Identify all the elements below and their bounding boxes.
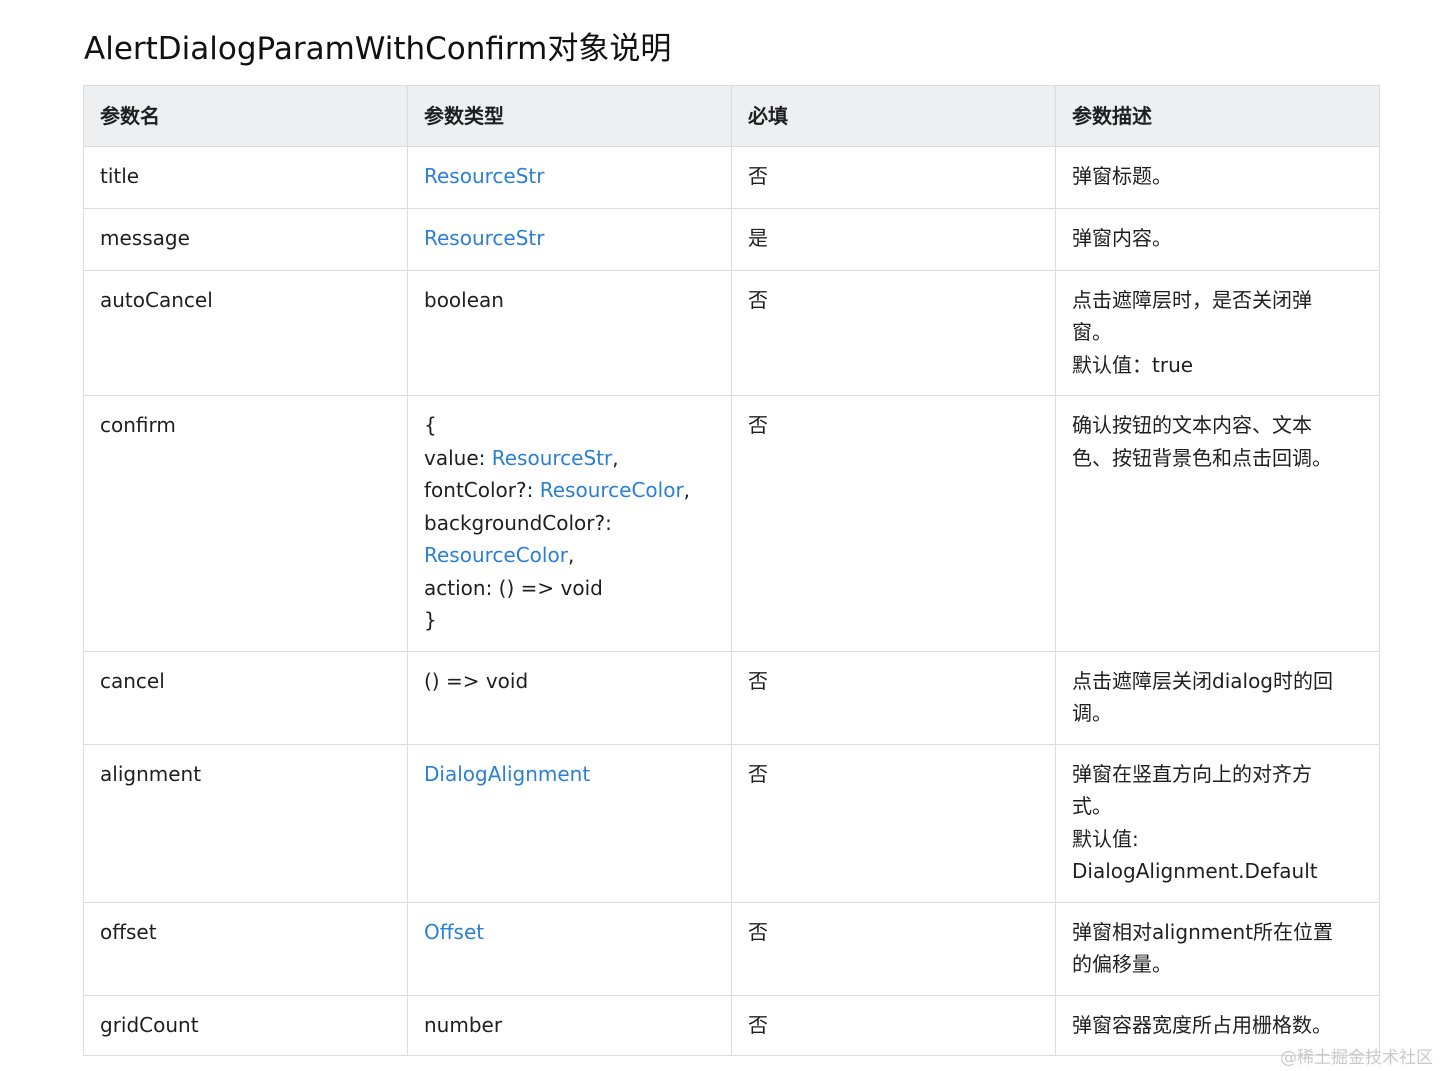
param-required: 否 [731,650,1056,745]
header-param-type: 参数类型 [407,85,732,147]
type-link[interactable]: Offset [424,920,484,944]
param-required: 否 [731,269,1056,396]
description-line: 色、按钮背景色和点击回调。 [1072,445,1332,470]
param-type: DialogAlignment [407,743,732,903]
description-line: 确认按钮的文本内容、文本 [1072,413,1312,437]
param-type: ResourceStr [407,145,732,209]
table-row: alignment DialogAlignment 否 弹窗在竖直方向上的对齐方… [83,743,1380,903]
param-name: autoCancel [83,269,408,396]
param-name: alignment [83,743,408,903]
table-row: gridCount number 否 弹窗容器宽度所占用栅格数。 [83,994,1380,1056]
param-required: 否 [731,994,1056,1056]
header-required: 必填 [731,85,1056,147]
type-key: value: [424,445,492,470]
type-link[interactable]: ResourceStr [424,164,544,188]
type-comma: , [567,543,575,567]
description-line: 窗。 [1072,320,1112,344]
type-link[interactable]: ResourceStr [424,226,544,250]
param-description: 弹窗标题。 [1055,145,1380,209]
type-comma: , [612,445,619,470]
table-row: autoCancel boolean 否 点击遮障层时，是否关闭弹 窗。默认值：t… [83,269,1380,396]
type-link[interactable]: DialogAlignment [424,762,590,786]
param-name: gridCount [83,994,408,1056]
description-line: DialogAlignment.Default [1072,859,1318,883]
param-required: 否 [731,901,1056,996]
parameter-table: 参数名 参数类型 必填 参数描述 title ResourceStr 否 弹窗标… [83,85,1380,1056]
param-required: 否 [731,743,1056,903]
description-line: 弹窗在竖直方向上的对齐方 [1072,761,1312,786]
description-line: 弹窗标题。 [1072,163,1172,188]
param-type: { value: ResourceStr, fontColor?: Resource… [407,395,732,652]
param-name: cancel [83,650,408,745]
type-brace: } [424,608,437,632]
param-type: Offset [407,901,732,996]
table-header-row: 参数名 参数类型 必填 参数描述 [83,85,1380,147]
description-line: 默认值: [1072,826,1139,851]
param-name: offset [83,901,408,996]
param-description: 弹窗在竖直方向上的对齐方 式。默认值: DialogAlignment.Defaul… [1055,743,1380,903]
type-key: backgroundColor?: [424,510,612,535]
param-type: boolean [407,269,732,396]
param-type: ResourceStr [407,207,732,271]
param-required: 否 [731,395,1056,652]
type-key: action: () => void [424,575,603,600]
type-link[interactable]: ResourceColor [540,478,684,502]
param-name: confirm [83,395,408,652]
table-row: cancel () => void 否 点击遮障层关闭dialog时的回 调。 [83,650,1380,745]
page-title: AlertDialogParamWithConfirm对象说明 [84,31,672,67]
param-description: 弹窗内容。 [1055,207,1380,271]
type-link[interactable]: ResourceColor [424,543,568,567]
table-row: confirm { value: ResourceStr, fontColor?: … [83,395,1380,652]
description-line: 点击遮障层时，是否关闭弹 [1072,287,1312,312]
type-link[interactable]: ResourceStr [492,446,612,470]
table-row: title ResourceStr 否 弹窗标题。 [83,145,1380,209]
type-brace: { [424,413,437,437]
param-required: 否 [731,145,1056,209]
watermark: @稀土掘金技术社区 [1280,1048,1433,1068]
param-description: 确认按钮的文本内容、文本 色、按钮背景色和点击回调。 [1055,395,1380,652]
description-line: 调。 [1072,701,1112,725]
param-name: message [83,207,408,271]
param-description: 点击遮障层关闭dialog时的回 调。 [1055,650,1380,745]
description-line: 弹窗内容。 [1072,225,1172,250]
description-line: 默认值：true [1072,352,1194,377]
header-description: 参数描述 [1055,85,1380,147]
description-line: 弹窗容器宽度所占用栅格数。 [1072,1012,1332,1037]
param-required: 是 [731,207,1056,271]
description-line: 的偏移量。 [1072,952,1172,976]
type-key: fontColor?: [424,478,540,502]
param-name: title [83,145,408,209]
param-description: 弹窗相对alignment所在位置 的偏移量。 [1055,901,1380,996]
table-row: offset Offset 否 弹窗相对alignment所在位置 的偏移量。 [83,901,1380,996]
description-line: 式。 [1072,794,1112,818]
type-comma: , [683,478,691,502]
param-type: number [407,994,732,1056]
param-type: () => void [407,650,732,745]
param-description: 点击遮障层时，是否关闭弹 窗。默认值：true [1055,269,1380,396]
description-line: 弹窗相对alignment所在位置 [1072,919,1334,944]
header-param-name: 参数名 [83,85,408,147]
table-row: message ResourceStr 是 弹窗内容。 [83,207,1380,271]
description-line: 点击遮障层关闭dialog时的回 [1072,668,1333,693]
